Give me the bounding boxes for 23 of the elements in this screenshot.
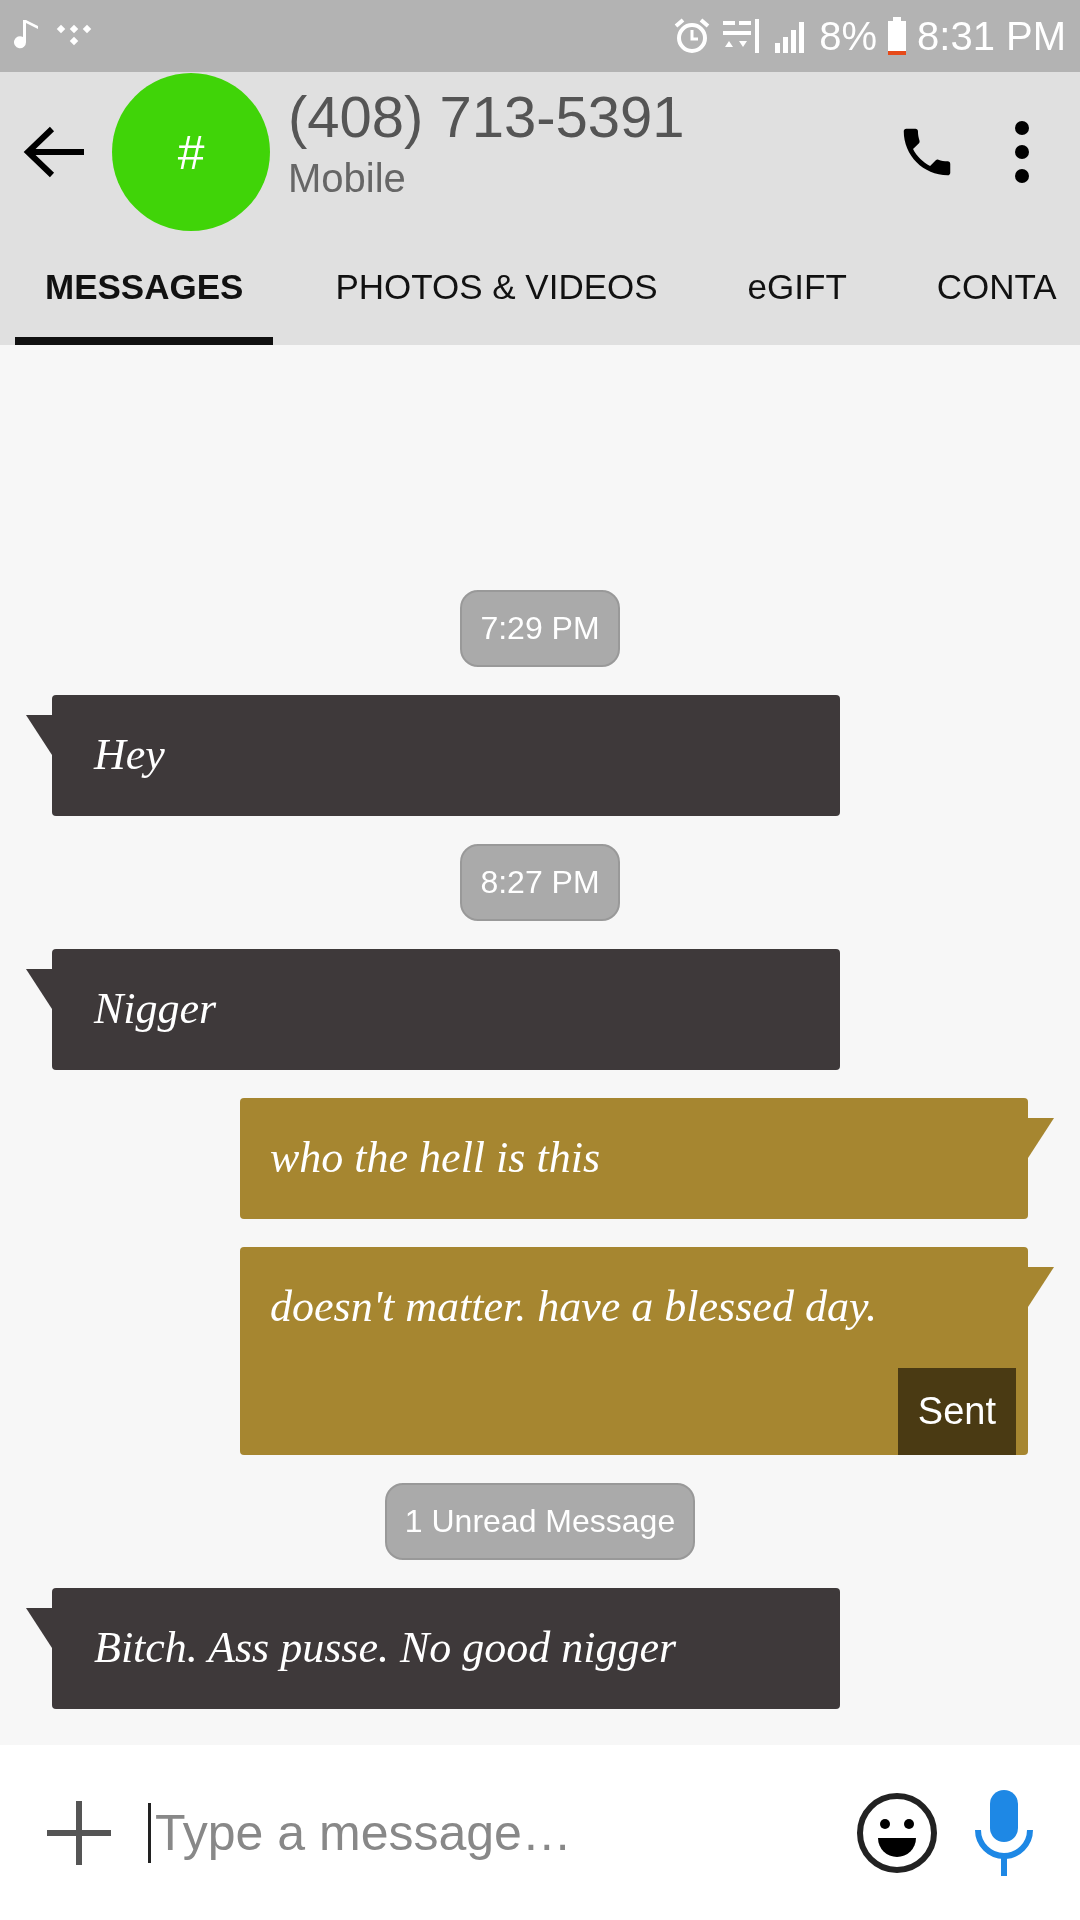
battery-percent: 8% xyxy=(819,13,878,59)
tab[interactable]: PHOTOS & VIDEOS xyxy=(335,233,658,345)
clock-time: 8:31 PM xyxy=(917,13,1066,59)
message-text: Nigger xyxy=(94,984,217,1033)
emoji-icon[interactable] xyxy=(856,1791,938,1874)
message-text: doesn't matter. have a blessed day. xyxy=(270,1282,877,1331)
timestamp: 8:27 PM xyxy=(460,844,620,921)
battery-icon xyxy=(887,17,908,55)
message-text: who the hell is this xyxy=(270,1133,600,1182)
alarm-icon xyxy=(673,17,712,55)
message-text: Hey xyxy=(94,730,165,779)
message-text: Bitch. Ass pusse. No good nigger xyxy=(94,1623,677,1672)
timestamp: 7:29 PM xyxy=(460,590,620,667)
sent-status: Sent xyxy=(897,1368,1016,1455)
contact-type: Mobile xyxy=(288,156,407,201)
microphone-icon[interactable] xyxy=(972,1787,1036,1878)
contact-avatar: # xyxy=(112,73,270,231)
unread-indicator: 1 Unread Message xyxy=(384,1483,696,1560)
tab[interactable]: CONTA xyxy=(936,233,1057,345)
tab[interactable]: eGIFT xyxy=(747,233,847,345)
more-options-icon[interactable] xyxy=(1014,120,1030,184)
contact-number: (408) 713-5391 xyxy=(288,83,686,150)
message-input[interactable]: Type a message… xyxy=(148,1802,822,1863)
